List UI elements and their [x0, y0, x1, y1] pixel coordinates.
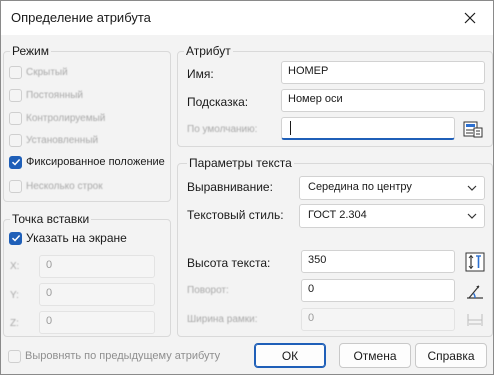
text-height-label: Высота текста:	[187, 256, 271, 270]
attribute-group-title: Атрибут	[184, 44, 233, 58]
insertion-point-group-title: Точка вставки	[10, 212, 92, 226]
checkbox-box	[9, 65, 22, 79]
attribute-definition-dialog: Определение атрибута Режим Скрытый Посто…	[0, 0, 494, 375]
rotation-label: Поворот:	[187, 285, 229, 296]
rotation-field[interactable]: 0	[301, 279, 455, 302]
insert-field-icon	[463, 121, 483, 138]
default-value-field[interactable]	[281, 117, 455, 140]
mode-multiline-checkbox[interactable]: Несколько строк	[9, 178, 103, 194]
text-height-icon	[465, 252, 485, 272]
justification-select[interactable]: Середина по центру	[299, 176, 485, 200]
boundary-width-label: Ширина рамки:	[187, 314, 258, 325]
mode-constant-checkbox[interactable]: Постоянный	[9, 87, 83, 103]
insert-field-button[interactable]	[462, 118, 484, 140]
text-style-select[interactable]: ГОСТ 2.304	[299, 204, 485, 228]
checkbox-label: Выровнять по предыдущему атрибуту	[25, 350, 221, 362]
checkbox-label: Скрытый	[26, 66, 68, 78]
justification-label: Выравнивание:	[187, 180, 273, 194]
y-coordinate-field[interactable]: 0	[39, 283, 155, 306]
checkbox-label: Установленный	[26, 134, 99, 146]
cancel-button[interactable]: Отмена	[339, 343, 411, 368]
checkbox-box	[9, 133, 22, 147]
mode-preset-checkbox[interactable]: Установленный	[9, 132, 98, 148]
title-bar: Определение атрибута	[1, 1, 493, 35]
boundary-width-field[interactable]: 0	[301, 308, 455, 331]
specify-on-screen-checkbox[interactable]: Указать на экране	[9, 230, 127, 246]
mode-verify-checkbox[interactable]: Контролируемый	[9, 110, 105, 126]
chevron-down-icon	[467, 213, 477, 219]
ok-button[interactable]: ОК	[254, 343, 326, 368]
pick-height-button[interactable]	[464, 251, 486, 273]
help-button[interactable]: Справка	[415, 343, 487, 368]
close-button[interactable]	[447, 1, 493, 35]
text-style-value: ГОСТ 2.304	[308, 209, 367, 221]
text-style-label: Текстовый стиль:	[187, 208, 284, 222]
name-label: Имя:	[187, 67, 214, 81]
align-below-previous-checkbox[interactable]: Выровнять по предыдущему атрибуту	[8, 348, 220, 364]
checkbox-box	[9, 88, 22, 102]
mode-lock-position-checkbox[interactable]: Фиксированное положение	[9, 154, 165, 170]
prompt-field[interactable]: Номер оси	[281, 89, 485, 112]
prompt-label: Подсказка:	[187, 95, 249, 109]
x-label: X:	[10, 261, 20, 272]
rotation-icon	[467, 285, 483, 299]
tag-name-field[interactable]: НОМЕР	[281, 61, 485, 84]
default-label: По умолчанию:	[187, 124, 258, 135]
pick-rotation-button[interactable]	[464, 280, 486, 302]
checkbox-label: Контролируемый	[26, 112, 106, 124]
dialog-title: Определение атрибута	[11, 10, 151, 25]
checkbox-box	[9, 231, 22, 245]
checkbox-label: Указать на экране	[26, 231, 127, 245]
checkmark-icon	[11, 158, 20, 166]
text-height-field[interactable]: 350	[301, 250, 455, 273]
x-coordinate-field[interactable]: 0	[39, 255, 155, 278]
text-settings-group-title: Параметры текста	[187, 156, 294, 170]
y-label: Y:	[10, 290, 19, 301]
checkbox-label: Фиксированное положение	[26, 156, 165, 168]
mode-hidden-checkbox[interactable]: Скрытый	[9, 64, 68, 80]
z-coordinate-field[interactable]: 0	[39, 311, 155, 334]
chevron-down-icon	[467, 185, 477, 191]
checkmark-icon	[11, 234, 20, 242]
close-icon	[464, 12, 476, 24]
checkbox-box	[9, 111, 22, 125]
checkbox-box	[9, 155, 22, 169]
boundary-width-icon	[467, 314, 483, 326]
checkbox-box	[9, 179, 22, 193]
text-caret	[290, 121, 291, 135]
checkbox-label: Постоянный	[26, 89, 84, 101]
justification-value: Середина по центру	[308, 181, 412, 193]
pick-width-button[interactable]	[464, 309, 486, 331]
z-label: Z:	[10, 318, 19, 329]
mode-group-title: Режим	[10, 44, 51, 58]
checkbox-box	[8, 349, 21, 363]
checkbox-label: Несколько строк	[26, 180, 103, 192]
